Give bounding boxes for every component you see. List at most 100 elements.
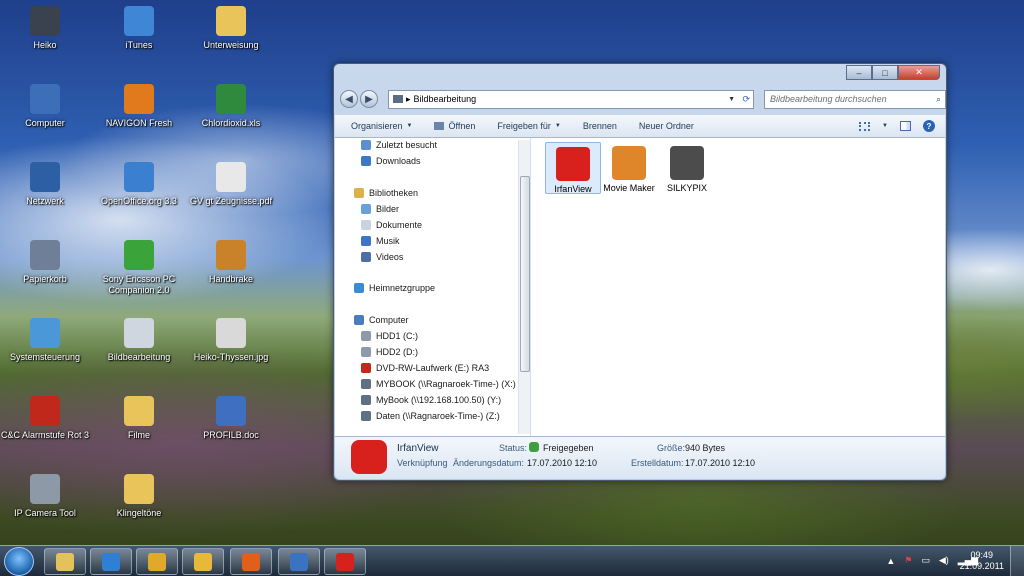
nav-item[interactable]: Daten (\\Ragnaroek-Time-) (Z:) [361, 411, 500, 421]
close-button[interactable]: ✕ [898, 65, 940, 80]
show-desktop-button[interactable] [1010, 546, 1024, 576]
share-button[interactable]: Freigeben für ▼ [497, 121, 560, 131]
volume-icon[interactable]: ◀) [939, 555, 949, 566]
camera-folder-icon [124, 318, 154, 348]
desktop-icon[interactable]: Computer [0, 84, 90, 129]
taskbar: ▲ ⚑ ▭ ◀) ▂▄▆ 09:49 21.09.2011 [0, 545, 1024, 576]
network-drive-icon [361, 379, 371, 389]
taskbar-button[interactable] [90, 548, 132, 575]
desktop-icon[interactable]: Bildbearbeitung [94, 318, 184, 363]
forward-button[interactable]: ▶ [360, 90, 378, 108]
desktop-icon[interactable]: Netzwerk [0, 162, 90, 207]
excel-file-icon [216, 84, 246, 114]
network-drive-icon [361, 395, 371, 405]
minimize-button[interactable]: ‒ [846, 65, 872, 80]
chevron-down-icon[interactable]: ▼ [882, 123, 888, 129]
desktop-icon[interactable]: Filme [94, 396, 184, 441]
nav-item[interactable]: Zuletzt besucht [361, 140, 437, 150]
nav-scrollbar[interactable] [518, 140, 530, 434]
burn-button[interactable]: Brennen [583, 121, 617, 131]
desktop-icon-label: Netzwerk [26, 196, 64, 206]
breadcrumb[interactable]: Bildbearbeitung [414, 94, 477, 104]
taskbar-button[interactable] [44, 548, 86, 575]
search-placeholder: Bildbearbeitung durchsuchen [770, 94, 887, 104]
nav-item[interactable]: Downloads [361, 156, 421, 166]
desktop-icon[interactable]: Sony Ericsson PC Companion 2.0 [94, 240, 184, 296]
taskbar-button[interactable] [182, 548, 224, 575]
file-item[interactable]: SILKYPIX [659, 142, 715, 194]
desktop-icon-label: Klingeltöne [116, 508, 162, 518]
taskbar-button[interactable] [136, 548, 178, 575]
share-label: Freigeben für [497, 121, 551, 131]
file-item[interactable]: Movie Maker [601, 142, 657, 194]
nav-item[interactable]: HDD2 (D:) [361, 347, 418, 357]
desktop-icon[interactable]: C&C Alarmstufe Rot 3 [0, 396, 90, 441]
nav-item-label: Heimnetzgruppe [369, 283, 436, 293]
scrollbar-thumb[interactable] [520, 176, 530, 372]
taskbar-button[interactable] [278, 548, 320, 575]
desktop-icon[interactable]: NAVIGON Fresh [94, 84, 184, 129]
file-label: IrfanView [554, 184, 592, 194]
nav-item[interactable]: Bilder [361, 204, 399, 214]
network-drive-icon [361, 411, 371, 421]
desktop-icon[interactable]: PROFILB.doc [186, 396, 276, 441]
irfanview-icon [556, 147, 590, 181]
desktop-icon[interactable]: Heiko-Thyssen.jpg [186, 318, 276, 363]
desktop-icon[interactable]: Chlordioxid.xls [186, 84, 276, 129]
start-button[interactable] [4, 547, 34, 576]
nav-item-label: Daten (\\Ragnaroek-Time-) (Z:) [376, 411, 500, 421]
irfanview-icon [351, 440, 387, 474]
drive-icon [361, 347, 371, 357]
nav-item[interactable]: Dokumente [361, 220, 422, 230]
desktop-icon[interactable]: Papierkorb [0, 240, 90, 285]
nav-item[interactable]: Videos [361, 252, 403, 262]
search-icon[interactable]: ⌕ [936, 94, 941, 105]
search-input[interactable]: Bildbearbeitung durchsuchen ⌕ [764, 89, 946, 109]
nav-item[interactable]: MYBOOK (\\Ragnaroek-Time-) (X:) [361, 379, 516, 389]
downloads-icon [361, 156, 371, 166]
computer-icon [354, 315, 364, 325]
desktop-icon[interactable]: Handbrake [186, 240, 276, 285]
chevron-down-icon[interactable]: ▼ [728, 96, 735, 103]
clock[interactable]: 09:49 21.09.2011 [960, 550, 1004, 572]
back-button[interactable]: ◀ [340, 90, 358, 108]
view-options-icon[interactable] [859, 121, 871, 131]
monitor-icon[interactable]: ▭ [921, 555, 930, 566]
new-folder-label: Neuer Ordner [638, 121, 694, 131]
nav-item[interactable]: Bibliotheken [354, 188, 418, 198]
nav-item-label: Downloads [376, 156, 421, 166]
desktop-icon[interactable]: Heiko [0, 6, 90, 51]
new-folder-button[interactable]: Neuer Ordner [639, 121, 694, 131]
nav-item[interactable]: HDD1 (C:) [361, 331, 418, 341]
desktop-icon[interactable]: Unterweisung [186, 6, 276, 51]
desktop-icon[interactable]: GV gt Zeugnisse.pdf [186, 162, 276, 207]
refresh-icon[interactable]: ⟳ [742, 94, 750, 105]
nav-item[interactable]: DVD-RW-Laufwerk (E:) RA3 [361, 363, 489, 373]
taskbar-button[interactable] [230, 548, 272, 575]
organize-button[interactable]: Organisieren ▼ [351, 121, 412, 131]
desktop-icon[interactable]: IP Camera Tool [0, 474, 90, 519]
nav-item[interactable]: Musik [361, 236, 400, 246]
desktop-icon-label: Bildbearbeitung [107, 352, 171, 362]
open-button[interactable]: Öffnen [434, 121, 475, 131]
preview-pane-icon[interactable] [900, 121, 911, 131]
desktop-icon[interactable]: Systemsteuerung [0, 318, 90, 363]
desktop-icon-label: IP Camera Tool [14, 508, 76, 518]
tray-expand-icon[interactable]: ▲ [886, 556, 895, 566]
address-bar[interactable]: ▸ Bildbearbeitung ▼ ⟳ [388, 89, 754, 109]
nav-item[interactable]: MyBook (\\192.168.100.50) (Y:) [361, 395, 501, 405]
nav-item[interactable]: Heimnetzgruppe [354, 283, 435, 293]
desktop-icon-label: Papierkorb [23, 274, 67, 284]
taskbar-button[interactable] [324, 548, 366, 575]
desktop-icon-label: Chlordioxid.xls [201, 118, 261, 128]
desktop-icon[interactable]: OpenOffice.org 3.3 [94, 162, 184, 207]
desktop-icon[interactable]: Klingeltöne [94, 474, 184, 519]
file-item[interactable]: IrfanView [545, 142, 601, 194]
maximize-button[interactable]: □ [872, 65, 898, 80]
nav-item[interactable]: Computer [354, 315, 409, 325]
desktop-icon-label: Sony Ericsson PC Companion 2.0 [102, 274, 176, 295]
control-panel-icon [30, 318, 60, 348]
action-center-icon[interactable]: ⚑ [904, 555, 912, 566]
help-icon[interactable]: ? [923, 120, 935, 132]
desktop-icon[interactable]: iTunes [94, 6, 184, 51]
